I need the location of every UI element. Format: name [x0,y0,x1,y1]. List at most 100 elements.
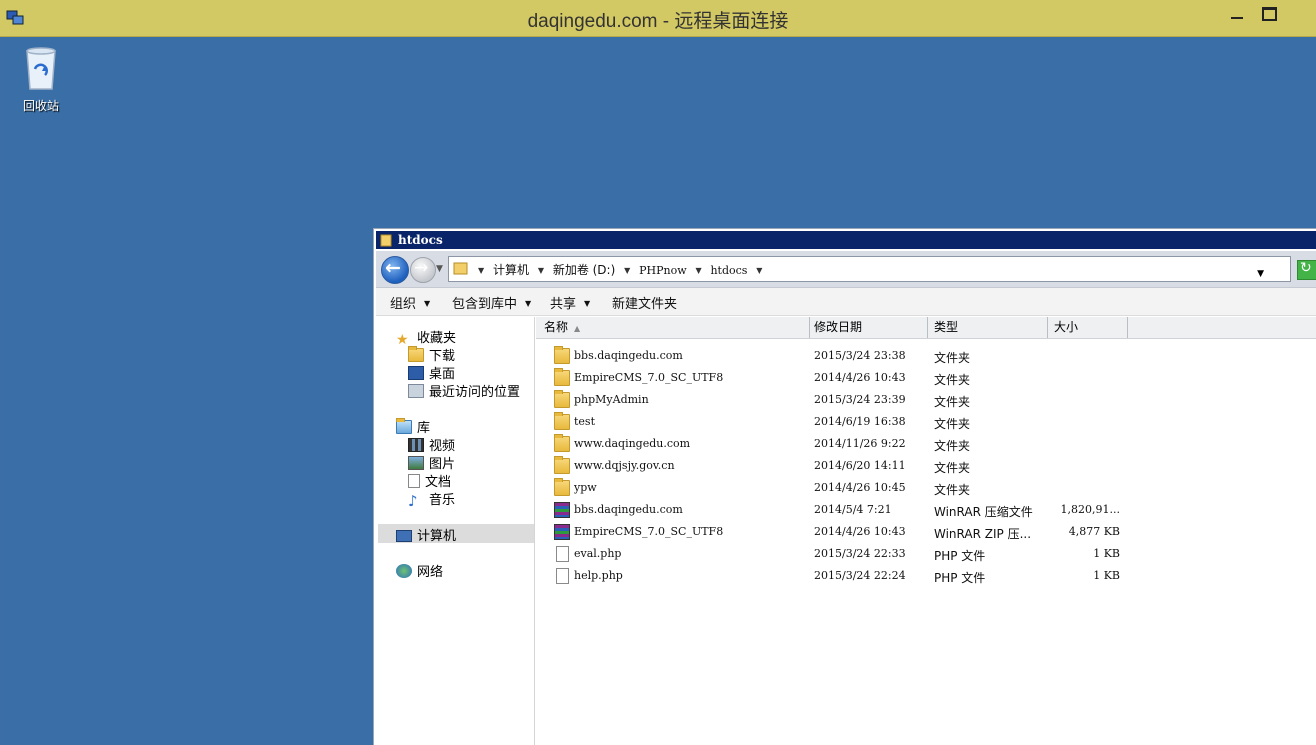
folder-icon [554,368,570,386]
file-row[interactable]: eval.php 2015/3/24 22:33 PHP 文件 1 KB [536,543,1136,565]
file-row[interactable]: help.php 2015/3/24 22:24 PHP 文件 1 KB [536,565,1136,587]
library-icon [396,418,412,434]
file-date: 2014/6/20 14:11 [814,459,906,472]
file-date: 2014/11/26 9:22 [814,437,906,450]
nav-item-favorites[interactable]: ★ 收藏夹 [396,327,456,347]
file-type: 文件夹 [934,461,971,475]
php-file-icon [556,568,569,584]
nav-item-downloads[interactable]: 下载 [408,345,455,364]
file-type: 文件夹 [934,439,971,453]
column-header-name[interactable]: 名称 ▲ [538,317,810,338]
file-type: WinRAR ZIP 压... [934,527,1032,541]
file-date: 2014/4/26 10:43 [814,371,906,384]
file-name: EmpireCMS_7.0_SC_UTF8 [574,371,724,384]
chevron-down-icon[interactable]: ▼ [478,266,484,275]
breadcrumb: ▼ 计算机 ▼ 新加卷 (D:) ▼ PHPnow ▼ htdocs ▼ [473,261,767,278]
refresh-button[interactable] [1297,260,1316,280]
sort-ascending-icon: ▲ [574,324,581,333]
address-bar[interactable]: ▼ 计算机 ▼ 新加卷 (D:) ▼ PHPnow ▼ htdocs ▼ ▼ [448,256,1291,282]
file-name: EmpireCMS_7.0_SC_UTF8 [574,525,724,538]
explorer-title-bar[interactable]: htdocs [376,231,1316,249]
file-type: PHP 文件 [934,549,986,563]
file-row[interactable]: test 2014/6/19 16:38 文件夹 [536,411,1136,433]
file-date: 2015/3/24 23:39 [814,393,906,406]
folder-icon [380,234,392,247]
folder-icon [554,434,570,452]
recent-pages-dropdown[interactable]: ▼ [436,264,443,274]
file-date: 2015/3/24 22:24 [814,569,906,582]
file-type: 文件夹 [934,483,971,497]
nav-item-network[interactable]: 网络 [396,561,443,580]
column-header-size[interactable]: 大小 [1048,317,1128,338]
computer-icon [396,530,412,542]
column-header-type[interactable]: 类型 [928,317,1048,338]
nav-item-pictures[interactable]: 图片 [408,453,455,472]
organize-button[interactable]: 组织 ▼ [390,293,430,312]
file-size: 1,820,91... [1060,503,1120,516]
file-row[interactable]: EmpireCMS_7.0_SC_UTF8 2014/4/26 10:43 WinR… [536,521,1136,543]
address-history-dropdown[interactable]: ▼ [1257,269,1264,279]
file-row[interactable]: EmpireCMS_7.0_SC_UTF8 2014/4/26 10:43 文件夹 [536,367,1136,389]
chevron-down-icon[interactable]: ▼ [695,266,701,275]
breadcrumb-htdocs[interactable]: htdocs [710,264,747,277]
recycle-bin-icon [26,47,56,90]
nav-item-desktop[interactable]: 桌面 [408,363,455,382]
downloads-folder-icon [408,346,424,362]
chevron-down-icon: ▼ [525,299,532,308]
documents-icon [408,474,420,488]
file-row[interactable]: bbs.daqingedu.com 2014/5/4 7:21 WinRAR 压缩文… [536,499,1136,521]
file-date: 2014/4/26 10:43 [814,525,906,538]
chevron-down-icon[interactable]: ▼ [538,266,544,275]
network-icon [396,564,412,578]
column-header-date[interactable]: 修改日期 [808,317,928,338]
chevron-down-icon[interactable]: ▼ [756,266,762,275]
nav-item-libraries[interactable]: 库 [396,417,430,436]
breadcrumb-volume-d[interactable]: 新加卷 (D:) [553,263,615,277]
explorer-window: htdocs ▼ ▼ 计算机 ▼ 新加卷 (D:) ▼ PHPnow ▼ htd… [373,228,1316,745]
file-row[interactable]: www.daqingedu.com 2014/11/26 9:22 文件夹 [536,433,1136,455]
file-row[interactable]: bbs.daqingedu.com 2015/3/24 23:38 文件夹 [536,345,1136,367]
folder-icon [554,456,570,474]
include-in-library-button[interactable]: 包含到库中 ▼ [452,293,531,312]
nav-item-computer[interactable]: 计算机 [396,525,456,544]
file-date: 2015/3/24 22:33 [814,547,906,560]
file-date: 2015/3/24 23:38 [814,349,906,362]
file-type: PHP 文件 [934,571,986,585]
folder-icon [554,412,570,430]
file-row[interactable]: www.dqjsjy.gov.cn 2014/6/20 14:11 文件夹 [536,455,1136,477]
file-row[interactable]: phpMyAdmin 2015/3/24 23:39 文件夹 [536,389,1136,411]
file-date: 2014/5/4 7:21 [814,503,892,516]
nav-item-documents[interactable]: 文档 [408,471,451,490]
file-type: 文件夹 [934,395,971,409]
file-type: 文件夹 [934,351,971,365]
file-size: 4,877 KB [1068,525,1120,538]
explorer-window-title: htdocs [398,233,443,247]
back-button[interactable] [381,256,409,284]
chevron-down-icon[interactable]: ▼ [624,266,630,275]
nav-item-recent-places[interactable]: 最近访问的位置 [408,381,520,400]
file-date: 2014/4/26 10:45 [814,481,906,494]
folder-icon [554,478,570,496]
recycle-bin[interactable]: 回收站 [17,45,65,114]
new-folder-button[interactable]: 新建文件夹 [612,293,677,312]
minimize-button[interactable] [1222,4,1252,26]
maximize-button[interactable] [1254,4,1284,26]
share-button[interactable]: 共享 ▼ [550,293,590,312]
column-header-row: 名称 ▲ 修改日期 类型 大小 [536,317,1316,339]
winrar-archive-icon [554,502,570,518]
file-row[interactable]: ypw 2014/4/26 10:45 文件夹 [536,477,1136,499]
nav-item-music[interactable]: ♪ 音乐 [408,489,455,509]
winrar-archive-icon [554,524,570,540]
forward-button[interactable] [410,257,436,283]
file-name: ypw [574,481,597,494]
address-row: ▼ ▼ 计算机 ▼ 新加卷 (D:) ▼ PHPnow ▼ htdocs ▼ ▼ [376,251,1316,288]
folder-icon [554,390,570,408]
file-name: www.daqingedu.com [574,437,691,450]
breadcrumb-phpnow[interactable]: PHPnow [639,264,687,277]
video-icon [408,438,424,452]
folder-icon [453,262,468,275]
breadcrumb-computer[interactable]: 计算机 [493,263,529,277]
file-name: phpMyAdmin [574,393,649,406]
nav-item-videos[interactable]: 视频 [408,435,455,454]
file-name: eval.php [574,547,622,560]
